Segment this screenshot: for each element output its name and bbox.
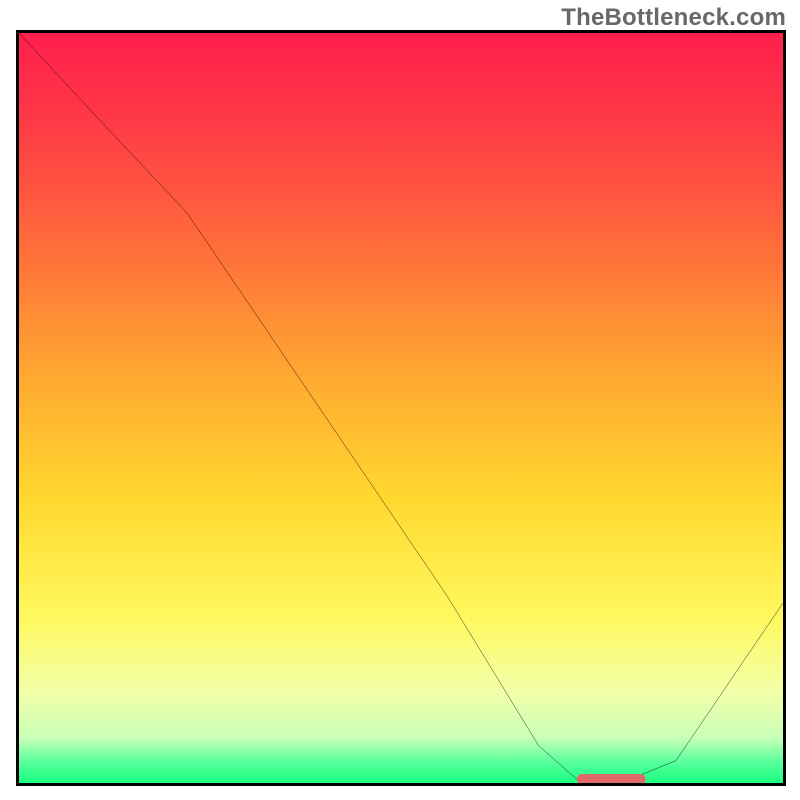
watermark-text: TheBottleneck.com — [561, 4, 786, 32]
plot-area — [16, 30, 786, 786]
bottleneck-curve — [19, 33, 783, 779]
chart-lines — [19, 33, 783, 783]
chart-container: TheBottleneck.com — [0, 0, 800, 800]
optimal-range-marker — [577, 774, 646, 783]
